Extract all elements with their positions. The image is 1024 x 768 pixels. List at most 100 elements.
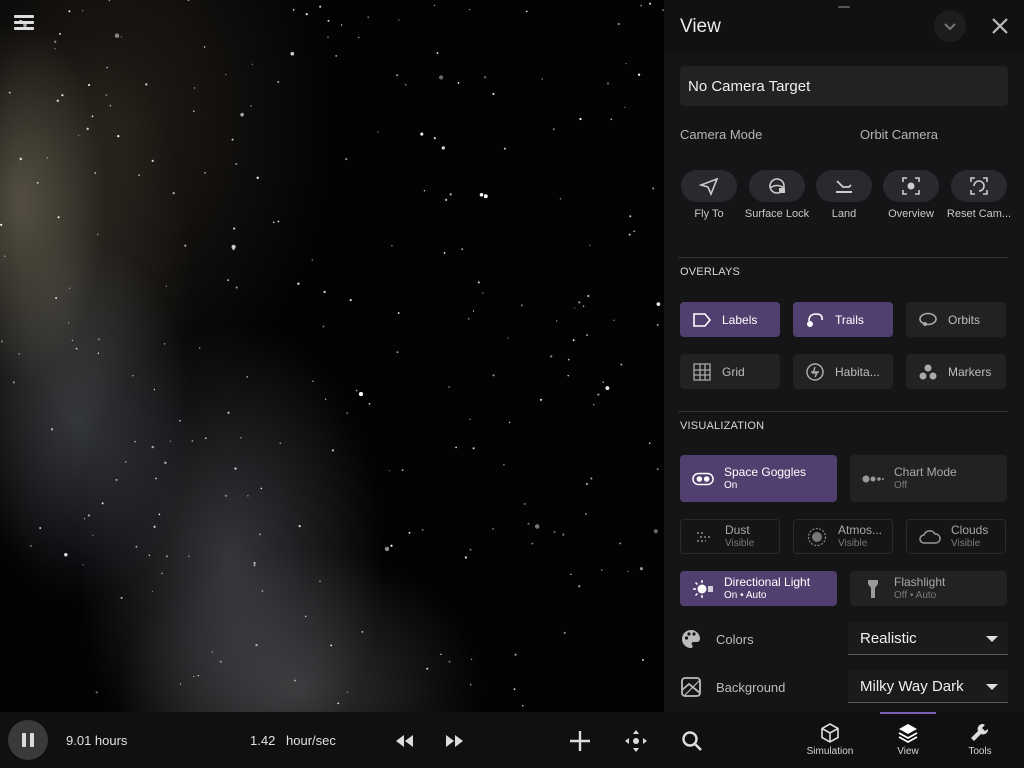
star [553, 531, 556, 533]
star [61, 94, 64, 97]
star [319, 580, 321, 582]
star [96, 233, 99, 236]
tab-tools[interactable]: Tools [944, 712, 1016, 768]
star [420, 132, 424, 136]
star [193, 87, 196, 89]
star [120, 36, 123, 38]
star [211, 651, 214, 653]
overlays-heading: OVERLAYS [680, 266, 741, 278]
caret-down-icon [986, 636, 998, 642]
orbit-icon [918, 310, 938, 330]
habitable-zone-icon [805, 362, 825, 382]
star [30, 545, 32, 547]
background-image-icon [680, 676, 702, 698]
habitable-zone-toggle[interactable]: Habita... [793, 354, 893, 389]
chevron-down-icon[interactable] [934, 10, 966, 42]
star [323, 290, 326, 294]
grid-label: Grid [722, 364, 745, 379]
caret-down-icon [986, 684, 998, 690]
time-rate-value[interactable]: 1.42 [250, 733, 275, 748]
add-icon[interactable] [567, 728, 593, 754]
reset-camera-button[interactable]: Reset Cam... [945, 170, 1013, 220]
star [492, 92, 495, 95]
space-goggles-title: Space Goggles [724, 465, 807, 479]
star [531, 542, 534, 545]
surface-lock-button[interactable]: Surface Lock [743, 170, 811, 220]
atmosphere-toggle[interactable]: Atmos... Visible [793, 519, 893, 554]
star [294, 679, 296, 682]
star [559, 198, 562, 200]
reset-camera-icon [951, 170, 1007, 202]
reset-camera-label: Reset Cam... [946, 208, 1012, 220]
star [153, 525, 156, 528]
star [579, 117, 582, 121]
star [627, 570, 629, 573]
star [327, 19, 330, 22]
background-select-value: Milky Way Dark [860, 678, 964, 695]
labels-toggle[interactable]: Labels [680, 302, 780, 337]
orbits-label: Orbits [948, 312, 981, 327]
directional-light-toggle[interactable]: Directional Light On • Auto [680, 571, 837, 606]
star [39, 527, 42, 529]
star [165, 285, 168, 288]
space-view[interactable] [0, 0, 664, 712]
palette-icon [680, 628, 702, 650]
background-select[interactable]: Milky Way Dark [848, 670, 1008, 703]
star [656, 323, 659, 326]
fast-forward-icon[interactable] [441, 728, 467, 754]
landing-icon [816, 170, 872, 202]
star [327, 36, 329, 38]
space-goggles-toggle[interactable]: Space Goggles On [680, 455, 837, 502]
trails-toggle[interactable]: Trails [793, 302, 893, 337]
star [525, 10, 528, 13]
clouds-toggle[interactable]: Clouds Visible [906, 519, 1006, 554]
markers-toggle[interactable]: Markers [906, 354, 1006, 389]
drag-handle[interactable] [838, 6, 850, 8]
orbits-toggle[interactable]: Orbits [906, 302, 1006, 337]
camera-target-field[interactable]: No Camera Target [680, 66, 1008, 106]
tab-simulation[interactable]: Simulation [794, 712, 866, 768]
rewind-icon[interactable] [392, 728, 418, 754]
tab-tools-label: Tools [968, 746, 992, 757]
star [125, 461, 127, 463]
star [335, 54, 338, 57]
star [179, 420, 181, 422]
star [479, 193, 484, 197]
star [455, 446, 457, 449]
chart-mode-toggle[interactable]: Chart Mode Off [850, 455, 1007, 502]
star [590, 477, 593, 480]
star [94, 172, 96, 174]
star [567, 374, 569, 377]
star [503, 464, 505, 466]
recenter-icon[interactable] [623, 728, 649, 754]
star [203, 46, 206, 48]
star [440, 653, 442, 656]
star [438, 75, 444, 80]
star [574, 307, 576, 309]
star [514, 653, 517, 656]
labels-label: Labels [722, 312, 758, 327]
star [567, 358, 570, 361]
flashlight-toggle[interactable]: Flashlight Off • Auto [850, 571, 1007, 606]
grid-toggle[interactable]: Grid [680, 354, 780, 389]
star [304, 615, 307, 618]
star [349, 298, 352, 302]
star [423, 190, 426, 192]
colors-select[interactable]: Realistic [848, 622, 1008, 655]
dust-toggle[interactable]: Dust Visible [680, 519, 780, 554]
overview-button[interactable]: Overview [877, 170, 945, 220]
star [358, 36, 360, 39]
close-icon[interactable] [986, 12, 1014, 40]
pause-button[interactable] [8, 720, 48, 760]
tab-view[interactable]: View [872, 712, 944, 768]
search-icon[interactable] [679, 728, 705, 754]
star [311, 259, 313, 261]
star [390, 544, 393, 547]
hamburger-menu-icon[interactable] [12, 12, 36, 36]
land-button[interactable]: Land [810, 170, 878, 220]
time-rate-unit[interactable]: hour/sec [286, 733, 336, 748]
fly-to-button[interactable]: Fly To [675, 170, 743, 220]
star [261, 590, 264, 592]
star [520, 304, 524, 307]
star [624, 106, 626, 109]
